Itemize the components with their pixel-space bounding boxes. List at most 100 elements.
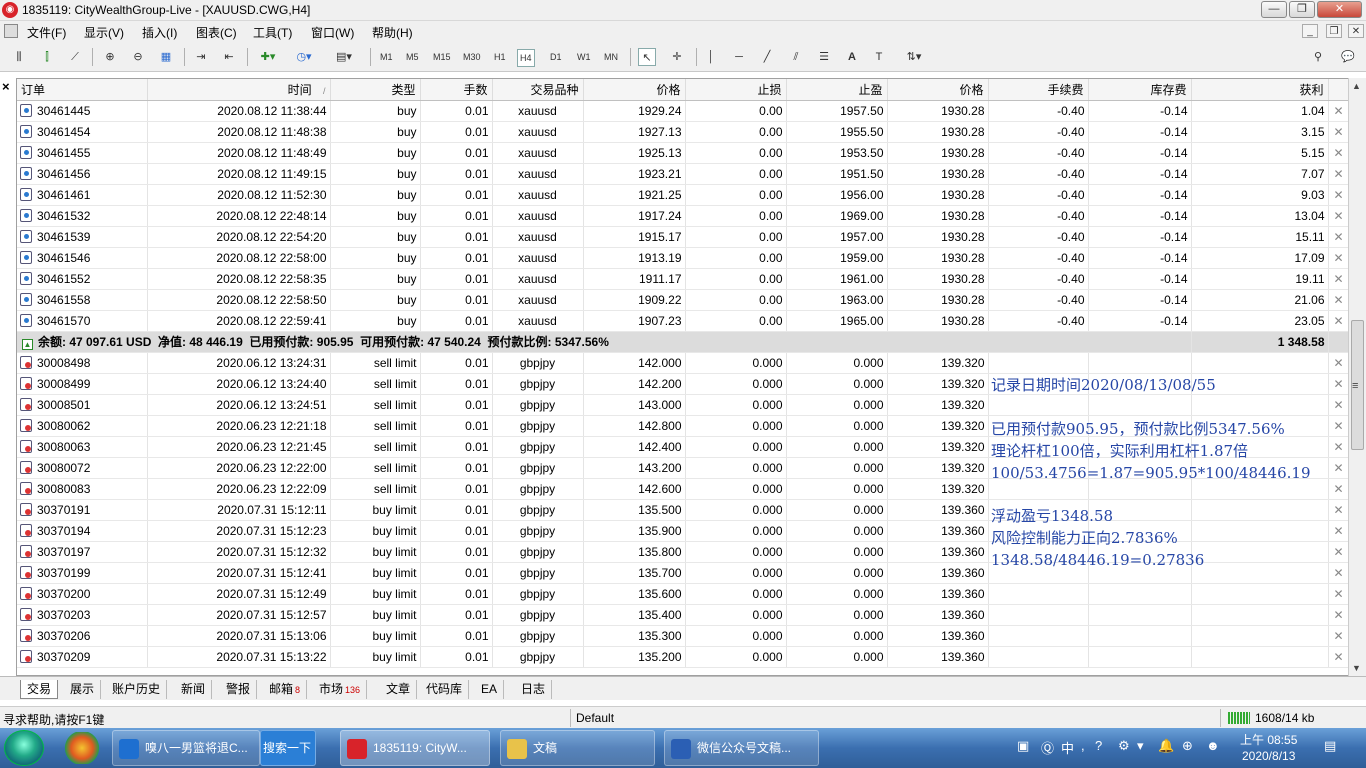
menu-help[interactable]: 帮助(H): [372, 24, 413, 41]
close-order-icon[interactable]: ✕: [1328, 184, 1348, 206]
close-order-icon[interactable]: ✕: [1328, 604, 1348, 626]
templates-icon[interactable]: ▤▾: [330, 48, 358, 66]
scroll-down-icon[interactable]: ▼: [1352, 663, 1361, 673]
bar-chart-icon[interactable]: ⫼: [10, 48, 28, 66]
tf-h4[interactable]: H4: [517, 49, 535, 67]
tab-9[interactable]: EA: [475, 680, 505, 699]
col-commission[interactable]: 手续费: [988, 79, 1089, 101]
menu-charts[interactable]: 图表(C): [196, 24, 237, 41]
table-row[interactable]: 30461456 2020.08.12 11:49:15 buy 0.01 xauusd…: [17, 163, 1348, 185]
col-order[interactable]: 订单: [17, 79, 148, 101]
close-order-icon[interactable]: ✕: [1328, 394, 1348, 416]
menu-window[interactable]: 窗口(W): [311, 24, 354, 41]
col-profit[interactable]: 获利: [1191, 79, 1329, 101]
tf-m1[interactable]: M1: [378, 49, 395, 65]
cursor-icon[interactable]: ↖: [638, 48, 656, 66]
close-order-icon[interactable]: ✕: [1328, 583, 1348, 605]
tile-windows-icon[interactable]: ▦: [156, 48, 176, 66]
tab-7[interactable]: 文章: [380, 680, 418, 699]
tray-settings-icon[interactable]: ⚙: [1118, 738, 1130, 754]
chat-icon[interactable]: 💬: [1336, 48, 1360, 66]
chart-window-icon[interactable]: [4, 24, 18, 38]
tf-m15[interactable]: M15: [431, 49, 453, 65]
text-tool-icon[interactable]: A: [844, 48, 860, 66]
table-row[interactable]: 30370191 2020.07.31 15:12:11 buy limit 0.01…: [17, 499, 1348, 521]
zoom-in-icon[interactable]: ⊕: [100, 48, 120, 66]
mdi-restore-button[interactable]: ❐: [1326, 24, 1342, 38]
tab-1[interactable]: 展示: [64, 680, 102, 699]
table-row[interactable]: 30370203 2020.07.31 15:12:57 buy limit 0.01…: [17, 604, 1348, 626]
close-order-icon[interactable]: ✕: [1328, 205, 1348, 227]
table-row[interactable]: 30370206 2020.07.31 15:13:06 buy limit 0.01…: [17, 625, 1348, 647]
tf-h1[interactable]: H1: [492, 49, 508, 65]
mdi-minimize-button[interactable]: _: [1302, 24, 1318, 38]
tab-8[interactable]: 代码库: [420, 680, 470, 699]
menu-insert[interactable]: 插入(I): [142, 24, 177, 41]
close-order-icon[interactable]: ✕: [1328, 541, 1348, 563]
arrows-icon[interactable]: ⇅▾: [898, 48, 930, 66]
close-order-icon[interactable]: ✕: [1328, 268, 1348, 290]
tf-w1[interactable]: W1: [575, 49, 593, 65]
close-order-icon[interactable]: ✕: [1328, 478, 1348, 500]
close-order-icon[interactable]: ✕: [1328, 121, 1348, 143]
periods-icon[interactable]: ◷▾: [290, 48, 318, 66]
close-order-icon[interactable]: ✕: [1328, 247, 1348, 269]
close-order-icon[interactable]: ✕: [1328, 289, 1348, 311]
zoom-out-icon[interactable]: ⊖: [128, 48, 148, 66]
tf-d1[interactable]: D1: [548, 49, 564, 65]
close-order-icon[interactable]: ✕: [1328, 163, 1348, 185]
taskbar-clock[interactable]: 上午 08:55 2020/8/13: [1240, 732, 1297, 764]
vertical-line-icon[interactable]: │: [704, 48, 718, 66]
taskbar-word-button[interactable]: 微信公众号文稿...: [664, 730, 819, 766]
autoscroll-icon[interactable]: ⇤: [219, 48, 239, 66]
close-order-icon[interactable]: ✕: [1328, 352, 1348, 374]
tf-m5[interactable]: M5: [404, 49, 421, 65]
menu-file[interactable]: 文件(F): [27, 24, 66, 41]
menu-tools[interactable]: 工具(T): [253, 24, 292, 41]
scroll-up-icon[interactable]: ▲: [1352, 81, 1361, 91]
table-row[interactable]: 30461539 2020.08.12 22:54:20 buy 0.01 xauusd…: [17, 226, 1348, 248]
tray-action-center-icon[interactable]: ▤: [1324, 738, 1336, 754]
table-row[interactable]: 30008501 2020.06.12 13:24:51 sell limit 0.0…: [17, 394, 1348, 416]
indicators-icon[interactable]: ✚▾: [254, 48, 282, 66]
terminal-close-icon[interactable]: ×: [2, 79, 10, 94]
tray-pdf-icon[interactable]: ▣: [1017, 738, 1029, 754]
close-order-icon[interactable]: ✕: [1328, 310, 1348, 332]
close-order-icon[interactable]: ✕: [1328, 646, 1348, 668]
table-row[interactable]: 30461461 2020.08.12 11:52:30 buy 0.01 xauusd…: [17, 184, 1348, 206]
close-order-icon[interactable]: ✕: [1328, 499, 1348, 521]
col-swap[interactable]: 库存费: [1088, 79, 1192, 101]
tf-m30[interactable]: M30: [461, 49, 483, 65]
col-current-price[interactable]: 价格: [887, 79, 989, 101]
table-row[interactable]: 30008498 2020.06.12 13:24:31 sell limit 0.0…: [17, 352, 1348, 374]
table-row[interactable]: 30461454 2020.08.12 11:48:38 buy 0.01 xauusd…: [17, 121, 1348, 143]
fibonacci-icon[interactable]: ☰: [814, 48, 834, 66]
candlestick-icon[interactable]: ⫿: [37, 48, 57, 66]
close-button[interactable]: ✕: [1317, 1, 1362, 18]
restore-button[interactable]: ❐: [1289, 1, 1315, 18]
col-tp[interactable]: 止盈: [786, 79, 888, 101]
table-row[interactable]: 30461532 2020.08.12 22:48:14 buy 0.01 xauusd…: [17, 205, 1348, 227]
pinned-browser-icon[interactable]: [64, 732, 100, 764]
tab-2[interactable]: 账户历史: [106, 680, 168, 699]
table-row[interactable]: 30461570 2020.08.12 22:59:41 buy 0.01 xauusd…: [17, 310, 1348, 332]
close-order-icon[interactable]: ✕: [1328, 457, 1348, 479]
table-row[interactable]: 30461552 2020.08.12 22:58:35 buy 0.01 xauusd…: [17, 268, 1348, 290]
tab-3[interactable]: 新闻: [175, 680, 213, 699]
table-row[interactable]: 30461558 2020.08.12 22:58:50 buy 0.01 xauusd…: [17, 289, 1348, 311]
table-row[interactable]: 30461546 2020.08.12 22:58:00 buy 0.01 xauusd…: [17, 247, 1348, 269]
close-order-icon[interactable]: ✕: [1328, 562, 1348, 584]
minimize-button[interactable]: —: [1261, 1, 1287, 18]
table-row[interactable]: 30461445 2020.08.12 11:38:44 buy 0.01 xauusd…: [17, 100, 1348, 122]
mdi-close-button[interactable]: ✕: [1348, 24, 1364, 38]
close-order-icon[interactable]: ✕: [1328, 625, 1348, 647]
line-chart-icon[interactable]: ⟋: [66, 48, 84, 66]
trendline-icon[interactable]: ╱: [758, 48, 776, 66]
text-label-icon[interactable]: T: [870, 48, 888, 66]
tray-help-icon[interactable]: ?: [1095, 738, 1102, 753]
tab-6[interactable]: 市场 136: [313, 680, 368, 699]
tf-mn[interactable]: MN: [602, 49, 620, 65]
col-symbol[interactable]: 交易品种: [492, 79, 584, 101]
close-order-icon[interactable]: ✕: [1328, 226, 1348, 248]
search-icon[interactable]: ⚲: [1308, 48, 1328, 66]
